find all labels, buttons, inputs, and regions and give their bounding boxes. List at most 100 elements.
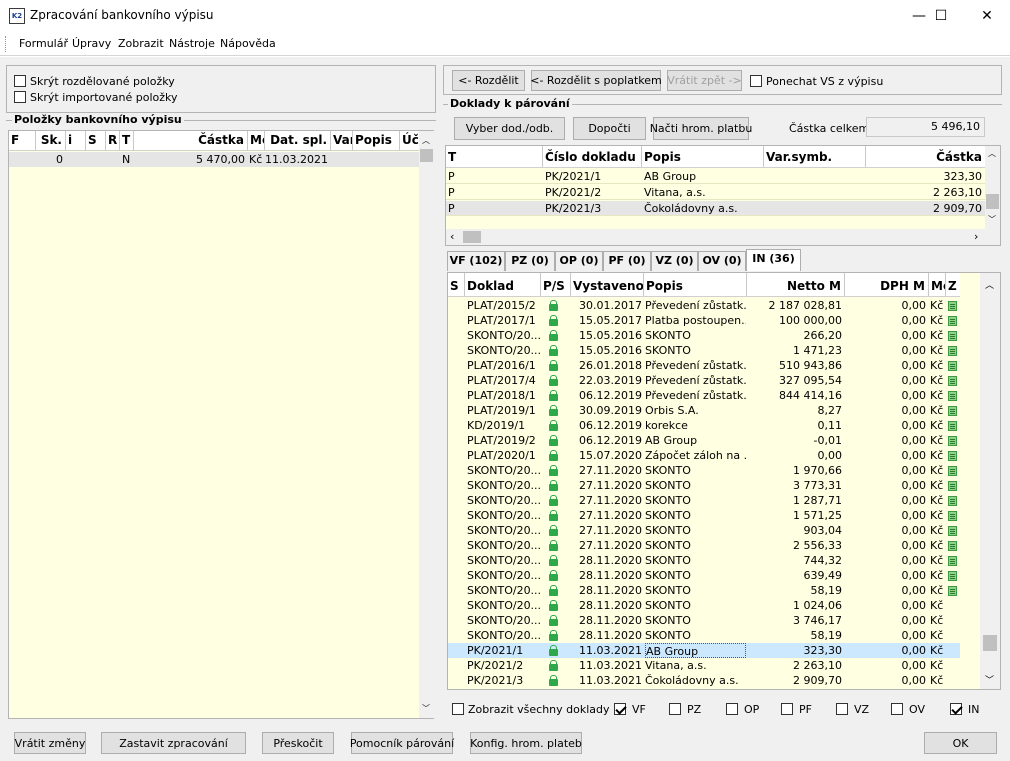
split-fee-button[interactable]: <- Rozdělit s poplatkem (530, 70, 662, 91)
pairing-scroll-down-icon[interactable]: ﹀ (988, 214, 996, 225)
pairing-scroll-left-icon[interactable]: ‹ (450, 230, 454, 243)
scroll-up-icon[interactable]: ︿ (422, 135, 430, 146)
col-castka[interactable]: Částka (134, 131, 248, 150)
doc-row[interactable]: SKONTO/20... 27.11.2020 SKONTO 1 571,25 0,00… (448, 508, 960, 523)
skip-button[interactable]: Přeskočit (262, 732, 334, 754)
doc-scrollbar[interactable]: ︿ ﹀ (980, 273, 1000, 689)
doc-row[interactable]: SKONTO/20... 15.05.2016 SKONTO 266,20 0,00 Kč (448, 328, 960, 343)
menu-nastroje[interactable]: Nástroje (169, 37, 215, 50)
recalc-button[interactable]: Dopočti (573, 117, 646, 140)
doc-row[interactable]: SKONTO/20... 27.11.2020 SKONTO 1 287,71 0,00… (448, 493, 960, 508)
filter-ov-checkbox[interactable] (891, 703, 903, 715)
col-var[interactable]: Var (331, 131, 353, 150)
pcol-t[interactable]: T (446, 146, 543, 167)
keep-vs-checkbox[interactable] (750, 75, 762, 87)
dcol-doklad[interactable]: Doklad (465, 273, 541, 296)
pairing-hscroll-thumb[interactable] (463, 231, 481, 243)
tab-pz[interactable]: PZ (0) (505, 251, 555, 271)
show-all-checkbox[interactable] (452, 703, 464, 715)
filter-pf[interactable]: PF (781, 702, 812, 716)
filter-vz[interactable]: VZ (836, 702, 869, 716)
pairing-scroll-right-icon[interactable]: › (974, 230, 978, 243)
pcol-cislo[interactable]: Číslo dokladu (543, 146, 642, 167)
doc-scroll-up-icon[interactable]: ︿ (985, 278, 994, 291)
doc-scroll-down-icon[interactable]: ﹀ (985, 673, 994, 686)
select-partner-button[interactable]: Vyber dod./odb. (454, 117, 565, 140)
config-button[interactable]: Konfig. hrom. plateb (470, 732, 582, 754)
pcol-popis[interactable]: Popis (642, 146, 764, 167)
doc-row[interactable]: SKONTO/20... 27.11.2020 SKONTO 2 556,33 0,00… (448, 538, 960, 553)
keep-vs-row[interactable]: Ponechat VS z výpisu (750, 74, 883, 88)
show-all-row[interactable]: Zobrazit všechny doklady (452, 702, 610, 716)
doc-row[interactable]: PLAT/2020/1 15.07.2020 Zápočet záloh na ..… (448, 448, 960, 463)
filter-ov[interactable]: OV (891, 702, 925, 716)
doc-row[interactable]: SKONTO/20... 28.11.2020 SKONTO 639,49 0,00 Kč (448, 568, 960, 583)
filter-pz[interactable]: PZ (669, 702, 701, 716)
tab-op[interactable]: OP (0) (555, 251, 603, 271)
statement-grid[interactable]: F Sk. i S R T Částka Mě Dat. spl. Var Po… (8, 130, 434, 719)
filter-op[interactable]: OP (726, 702, 759, 716)
assistant-button[interactable]: Pomocník párování (350, 732, 454, 754)
col-popis[interactable]: Popis (353, 131, 400, 150)
doc-row[interactable]: SKONTO/20... 28.11.2020 SKONTO 58,19 0,00 Kč (448, 628, 960, 643)
col-i[interactable]: i (66, 131, 86, 150)
pairing-hscroll[interactable]: ‹ › (446, 229, 1000, 245)
pairing-scroll-up-icon[interactable]: ︿ (988, 148, 996, 159)
doc-row[interactable]: PLAT/2015/2 30.01.2017 Převedení zůstatk..… (448, 298, 960, 313)
filter-vf[interactable]: VF (614, 702, 646, 716)
pairing-vscroll-thumb[interactable] (986, 194, 999, 209)
filter-in[interactable]: IN (950, 702, 979, 716)
statement-row[interactable]: 0 N 5 470,00 Kč 11.03.2021 (9, 152, 419, 167)
doc-row[interactable]: PLAT/2016/1 26.01.2018 Převedení zůstatk..… (448, 358, 960, 373)
dcol-ps[interactable]: P/S (541, 273, 571, 296)
doc-row[interactable]: SKONTO/20... 27.11.2020 SKONTO 1 970,66 0,00… (448, 463, 960, 478)
pairing-row[interactable]: P PK/2021/2 Vitana, a.s. 2 263,10 (446, 185, 985, 200)
undo-button[interactable]: Vrátit zpět -> (667, 70, 742, 91)
col-s[interactable]: S (86, 131, 106, 150)
tab-pf[interactable]: PF (0) (603, 251, 651, 271)
doc-row[interactable]: PK/2021/1 11.03.2021 AB Group 323,30 0,00 Kč (448, 643, 960, 658)
col-t[interactable]: T (120, 131, 134, 150)
filter-op-checkbox[interactable] (726, 703, 738, 715)
doc-row[interactable]: PK/2021/2 11.03.2021 Vitana, a.s. 2 263,10 0… (448, 658, 960, 673)
doc-row[interactable]: PLAT/2017/1 15.05.2017 Platba postoupen...… (448, 313, 960, 328)
filter-in-checkbox[interactable] (950, 703, 962, 715)
tab-vf[interactable]: VF (102) (447, 251, 505, 271)
dcol-dph[interactable]: DPH M (845, 273, 929, 296)
col-r[interactable]: R (106, 131, 120, 150)
pairing-row[interactable]: P PK/2021/3 Čokoládovny a.s. 2 909,70 (446, 201, 985, 216)
ok-button[interactable]: OK (924, 732, 997, 754)
doc-scroll-thumb[interactable] (983, 635, 997, 651)
dcol-netto[interactable]: Netto M (747, 273, 845, 296)
menu-upravy[interactable]: Úpravy (72, 37, 111, 50)
menu-formular[interactable]: Formulář (19, 37, 68, 50)
doc-row[interactable]: SKONTO/20... 28.11.2020 SKONTO 3 746,17 0,00… (448, 613, 960, 628)
col-sk[interactable]: Sk. (36, 131, 66, 150)
doc-row[interactable]: SKONTO/20... 27.11.2020 SKONTO 3 773,31 0,00… (448, 478, 960, 493)
hide-imported-checkbox-row[interactable]: Skrýt importované položky (14, 90, 178, 104)
col-f[interactable]: F (9, 131, 36, 150)
hide-imported-checkbox[interactable] (14, 91, 26, 103)
tab-vz[interactable]: VZ (0) (651, 251, 698, 271)
menu-zobrazit[interactable]: Zobrazit (118, 37, 164, 50)
col-uc[interactable]: Úč (400, 131, 419, 150)
doc-row[interactable]: PLAT/2019/1 30.09.2019 Orbis S.A. 8,27 0,00 K… (448, 403, 960, 418)
hide-split-checkbox[interactable] (14, 75, 26, 87)
scroll-down-icon[interactable]: ﹀ (422, 703, 430, 714)
hide-split-checkbox-row[interactable]: Skrýt rozdělované položky (14, 74, 175, 88)
doc-row[interactable]: PLAT/2019/2 06.12.2019 AB Group -0,01 0,00 Kč (448, 433, 960, 448)
dcol-popis[interactable]: Popis (644, 273, 747, 296)
pairing-row[interactable]: P PK/2021/1 AB Group 323,30 (446, 169, 985, 184)
pairing-grid[interactable]: T Číslo dokladu Popis Var.symb. Částka P… (445, 145, 1001, 246)
doc-row[interactable]: PLAT/2017/4 22.03.2019 Převedení zůstatk..… (448, 373, 960, 388)
maximize-button[interactable]: ☐ (918, 0, 964, 31)
doc-row[interactable]: PK/2021/3 11.03.2021 Čokoládovny a.s. 2 909… (448, 673, 960, 688)
dcol-s[interactable]: S (448, 273, 465, 296)
pairing-vscroll[interactable]: ︿ ﹀ (985, 146, 1000, 229)
scroll-thumb[interactable] (420, 149, 433, 162)
load-bulk-button[interactable]: Načti hrom. platbu (650, 117, 752, 140)
filter-vz-checkbox[interactable] (836, 703, 848, 715)
split-button[interactable]: <- Rozdělit (452, 70, 525, 91)
doc-row[interactable]: SKONTO/20... 28.11.2020 SKONTO 744,32 0,00 Kč (448, 553, 960, 568)
doc-grid[interactable]: S Doklad P/S Vystaveno Popis Netto M DPH… (447, 272, 1001, 690)
